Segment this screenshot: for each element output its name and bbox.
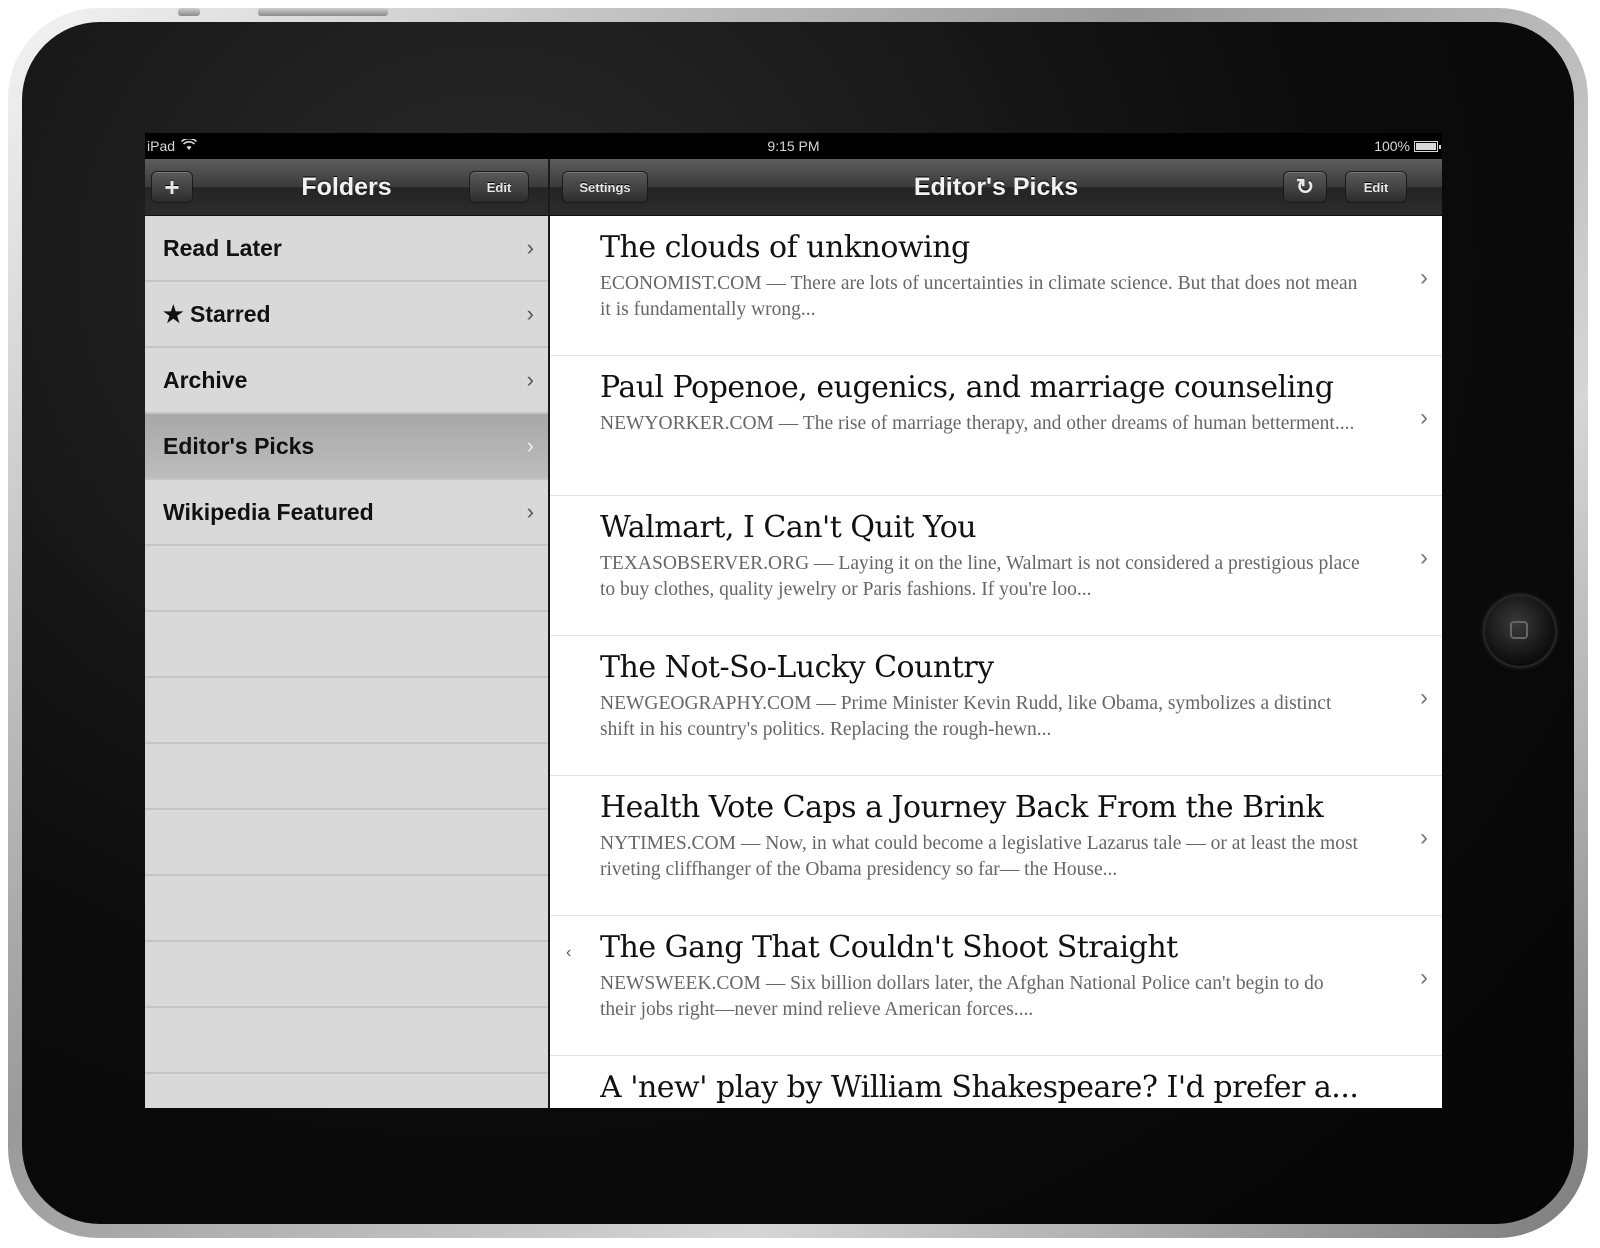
article-source: TEXASOBSERVER.ORG xyxy=(600,553,810,574)
article-row[interactable]: ‹ The Gang That Couldn't Shoot Straight … xyxy=(550,916,1442,1056)
article-list: The clouds of unknowing ECONOMIST.COM — … xyxy=(550,216,1442,1108)
edit-folders-button[interactable]: Edit xyxy=(469,171,529,203)
swipe-indicator-icon: ‹ xyxy=(566,944,572,961)
chevron-right-icon: › xyxy=(526,367,534,392)
chevron-right-icon: › xyxy=(1420,964,1428,991)
folders-navbar: Folders + Edit xyxy=(145,159,548,216)
folder-list: Read Later › ★ Starred › Archive › Edito… xyxy=(145,216,548,1108)
article-excerpt: The rise of marriage therapy, and other … xyxy=(802,413,1355,434)
status-bar: iPad 9:15 PM 100% xyxy=(145,133,1442,159)
article-source: NYTIMES.COM xyxy=(600,833,736,854)
chevron-right-icon: › xyxy=(526,433,534,458)
article-summary: NEWGEOGRAPHY.COM — Prime Minister Kevin … xyxy=(600,693,1332,740)
article-title: A 'new' play by William Shakespeare? I'd… xyxy=(600,1070,1359,1105)
add-folder-button[interactable]: + xyxy=(151,171,193,203)
folder-label: Wikipedia Featured xyxy=(163,498,374,525)
article-title: The Not-So-Lucky Country xyxy=(600,650,994,685)
article-source: ECONOMIST.COM xyxy=(600,273,762,294)
folder-label: ★ Starred xyxy=(163,300,271,327)
folder-item-starred[interactable]: ★ Starred › xyxy=(145,282,548,348)
chevron-right-icon: › xyxy=(1420,824,1428,851)
article-title: The Gang That Couldn't Shoot Straight xyxy=(600,930,1178,965)
article-source: NEWYORKER.COM xyxy=(600,413,774,434)
settings-button[interactable]: Settings xyxy=(562,171,648,203)
article-summary: NYTIMES.COM — Now, in what could become … xyxy=(600,833,1358,880)
folder-label: Archive xyxy=(163,366,248,393)
article-summary: NEWSWEEK.COM — Six billion dollars later… xyxy=(600,973,1324,1020)
article-summary: ECONOMIST.COM — There are lots of uncert… xyxy=(600,273,1358,320)
folder-item-archive[interactable]: Archive › xyxy=(145,348,548,414)
refresh-icon: ↻ xyxy=(1295,174,1315,199)
article-row[interactable]: A 'new' play by William Shakespeare? I'd… xyxy=(550,1056,1442,1108)
article-row[interactable]: Health Vote Caps a Journey Back From the… xyxy=(550,776,1442,916)
chevron-right-icon: › xyxy=(526,235,534,260)
article-title: Health Vote Caps a Journey Back From the… xyxy=(600,790,1324,825)
article-source: NEWSWEEK.COM xyxy=(600,973,761,994)
edit-articles-button[interactable]: Edit xyxy=(1345,171,1407,203)
article-row[interactable]: Paul Popenoe, eugenics, and marriage cou… xyxy=(550,356,1442,496)
article-row[interactable]: Walmart, I Can't Quit You TEXASOBSERVER.… xyxy=(550,496,1442,636)
home-square-icon xyxy=(1510,621,1528,639)
article-summary: NEWYORKER.COM — The rise of marriage the… xyxy=(600,413,1355,434)
status-time: 9:15 PM xyxy=(767,138,820,154)
plus-icon: + xyxy=(164,171,180,202)
article-title: The clouds of unknowing xyxy=(600,230,970,265)
battery-icon xyxy=(1414,140,1441,152)
home-button[interactable] xyxy=(1483,594,1557,668)
sleep-button xyxy=(258,8,388,16)
volume-rocker xyxy=(178,8,200,16)
article-title: Walmart, I Can't Quit You xyxy=(600,510,977,545)
chevron-right-icon: › xyxy=(1420,264,1428,291)
folder-label: Read Later xyxy=(163,234,282,261)
article-title: Paul Popenoe, eugenics, and marriage cou… xyxy=(600,370,1334,405)
refresh-button[interactable]: ↻ xyxy=(1283,171,1327,203)
screen: iPad 9:15 PM 100% Folders + Edit Editor'… xyxy=(145,133,1442,1108)
article-source: NEWGEOGRAPHY.COM xyxy=(600,693,812,714)
battery-percent: 100% xyxy=(1374,138,1410,154)
chevron-right-icon: › xyxy=(1420,404,1428,431)
chevron-right-icon: › xyxy=(526,499,534,524)
folder-label: Editor's Picks xyxy=(163,432,315,459)
folder-item-read-later[interactable]: Read Later › xyxy=(145,216,548,282)
folder-item-editors-picks[interactable]: Editor's Picks › xyxy=(145,414,548,480)
folder-item-wikipedia-featured[interactable]: Wikipedia Featured › xyxy=(145,480,548,546)
articles-navbar: Editor's Picks Settings ↻ Edit xyxy=(550,159,1442,216)
article-summary: TEXASOBSERVER.ORG — Laying it on the lin… xyxy=(600,553,1360,600)
chevron-right-icon: › xyxy=(526,301,534,326)
article-row[interactable]: The Not-So-Lucky Country NEWGEOGRAPHY.CO… xyxy=(550,636,1442,776)
chevron-right-icon: › xyxy=(1420,544,1428,571)
article-row[interactable]: The clouds of unknowing ECONOMIST.COM — … xyxy=(550,216,1442,356)
chevron-right-icon: › xyxy=(1420,684,1428,711)
